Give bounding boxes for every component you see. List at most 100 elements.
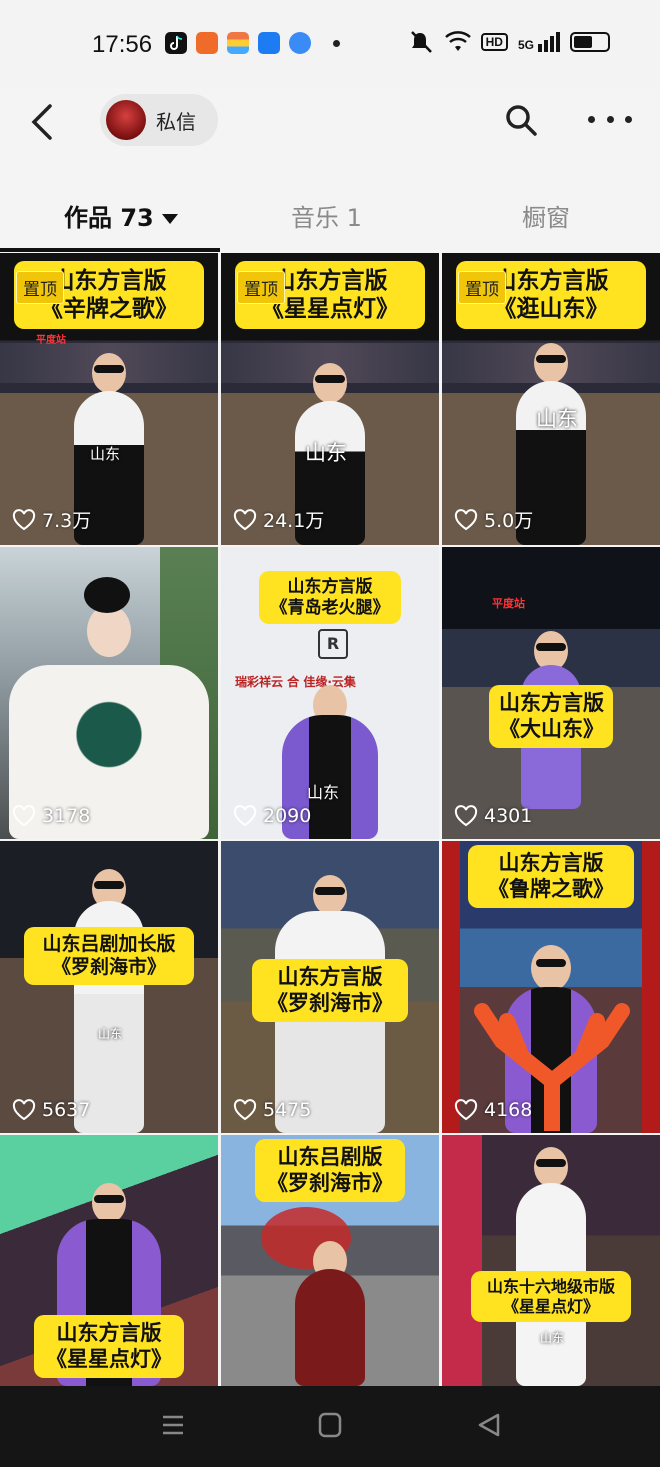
- more-options-icon[interactable]: [588, 110, 632, 128]
- location-caption: 山东: [305, 441, 347, 465]
- like-count-value: 4168: [484, 1099, 533, 1121]
- location-caption: 山东: [307, 783, 340, 802]
- video-thumbnail[interactable]: 山东方言版 《逛山东》 置顶 山东 5.0万: [442, 253, 660, 545]
- tab-works[interactable]: 作品 73: [64, 198, 178, 233]
- heart-icon: [233, 1099, 257, 1121]
- system-navigation-bar: [0, 1386, 660, 1467]
- back-icon[interactable]: [476, 1412, 502, 1438]
- video-thumbnail[interactable]: 山东方言版 《星星点灯》: [0, 1135, 218, 1386]
- video-title-line1: 山东方言版: [56, 1321, 162, 1345]
- like-count: 5637: [12, 1099, 90, 1121]
- video-thumbnail[interactable]: 山东方言版 《罗刹海市》 5475: [221, 841, 439, 1133]
- video-title-line2: 《罗刹海市》: [267, 1170, 393, 1195]
- pinned-badge: 置顶: [458, 271, 506, 304]
- video-thumbnail[interactable]: 山东十六地级市版 《星星点灯》 山东: [442, 1135, 660, 1386]
- heart-icon: [12, 1099, 36, 1121]
- like-count: 2090: [233, 805, 311, 827]
- video-title-line2: 《鲁牌之歌》: [488, 876, 614, 901]
- pinned-badge: 置顶: [237, 271, 285, 304]
- video-thumbnail[interactable]: 山东吕剧加长版 《罗刹海市》 山东 5637: [0, 841, 218, 1133]
- like-count: 7.3万: [12, 506, 91, 533]
- like-count: 5475: [233, 1099, 311, 1121]
- app-icon-orange: [196, 32, 218, 54]
- video-title-line1: 山东吕剧版: [277, 1145, 383, 1169]
- heart-icon: [454, 508, 478, 530]
- hd-indicator: HD: [480, 33, 508, 51]
- tab-music-label: 音乐 1: [291, 204, 362, 232]
- top-nav-bar: 私信: [0, 88, 660, 166]
- heart-icon: [233, 508, 257, 530]
- video-title-line1: 山东方言版: [499, 691, 604, 715]
- app-icon-blue: [258, 32, 280, 54]
- like-count-value: 2090: [263, 805, 312, 827]
- like-count: 4168: [454, 1099, 532, 1121]
- video-thumbnail[interactable]: 平度站 山东方言版 《大山东》 4301: [442, 547, 660, 839]
- like-count: 3178: [12, 805, 90, 827]
- private-message-label: 私信: [156, 109, 196, 134]
- video-title-line2: 《罗刹海市》: [51, 956, 166, 979]
- brand-logo: R: [318, 629, 348, 659]
- tab-music[interactable]: 音乐 1: [291, 198, 362, 233]
- video-thumbnail[interactable]: 山东方言版 《鲁牌之歌》 4168: [442, 841, 660, 1133]
- like-count-value: 5.0万: [484, 510, 534, 532]
- heart-icon: [454, 1099, 478, 1121]
- recent-apps-icon[interactable]: [160, 1412, 186, 1438]
- video-thumbnail[interactable]: 瑞彩祥云 合 佳缘·云集 R 山东方言版 《青岛老火腿》 山东 2090: [221, 547, 439, 839]
- heart-icon: [233, 805, 257, 827]
- network-type: 5G: [517, 38, 534, 52]
- status-bar: 17:56 HD 5G: [0, 0, 660, 88]
- video-title-line1: 山东方言版: [498, 851, 604, 875]
- tiktok-app-icon: [165, 32, 187, 54]
- video-title-line2: 《星星点灯》: [502, 1296, 599, 1316]
- app-icon-stripes: [227, 32, 249, 54]
- station-sign: 平度站: [36, 335, 66, 346]
- location-caption: 山东: [90, 445, 121, 463]
- video-thumbnail[interactable]: 山东吕剧版 《罗刹海市》: [221, 1135, 439, 1386]
- tab-works-label: 作品 73: [64, 204, 154, 232]
- video-thumbnail[interactable]: 平度站 山东方言版 《辛牌之歌》 置顶 山东 7.3万: [0, 253, 218, 545]
- search-icon[interactable]: [503, 102, 539, 138]
- dropdown-arrow-icon: [161, 214, 178, 224]
- avatar: [106, 100, 146, 140]
- status-time: 17:56: [92, 31, 153, 58]
- heart-icon: [12, 805, 36, 827]
- video-thumbnail[interactable]: 3178: [0, 547, 218, 839]
- location-caption: 山东: [540, 1331, 565, 1345]
- battery-icon: [570, 32, 610, 52]
- video-title-line1: 山东吕剧加长版: [42, 933, 176, 955]
- pinned-badge: 置顶: [16, 271, 64, 304]
- profile-tabs: 作品 73 音乐 1 橱窗: [0, 180, 660, 252]
- video-title-line2: 《青岛老火腿》: [270, 597, 390, 618]
- back-arrow-icon[interactable]: [28, 102, 58, 142]
- location-caption: 山东: [98, 1027, 123, 1041]
- video-thumbnail[interactable]: 山东方言版 《星星点灯》 置顶 山东 24.1万: [221, 253, 439, 545]
- video-title-line1: 山东方言版: [287, 577, 373, 597]
- app-icon-feather: [289, 32, 311, 54]
- video-title-line1: 山东十六地级市版: [486, 1277, 615, 1296]
- like-count-value: 3178: [42, 805, 91, 827]
- location-caption: 山东: [536, 407, 578, 431]
- like-count-value: 24.1万: [263, 510, 325, 532]
- like-count-value: 5475: [263, 1099, 312, 1121]
- tab-active-indicator: [0, 248, 220, 252]
- home-icon[interactable]: [318, 1412, 342, 1438]
- like-count-value: 4301: [484, 805, 533, 827]
- station-sign: 平度站: [492, 597, 525, 610]
- video-title-line2: 《大山东》: [499, 716, 604, 741]
- private-message-button[interactable]: 私信: [100, 94, 218, 146]
- signal-icon: 5G: [518, 32, 560, 52]
- like-count: 5.0万: [454, 506, 533, 533]
- status-app-icons: [165, 32, 340, 54]
- notification-dot: [333, 39, 340, 47]
- wifi-icon: [444, 31, 471, 51]
- heart-icon: [12, 508, 36, 530]
- tab-showcase[interactable]: 橱窗: [522, 198, 570, 233]
- like-count-value: 5637: [42, 1099, 91, 1121]
- video-title-line1: 山东方言版: [277, 965, 383, 989]
- like-count-value: 7.3万: [42, 510, 92, 532]
- video-title-line2: 《罗刹海市》: [267, 990, 393, 1015]
- mute-icon: [410, 31, 432, 53]
- like-count: 24.1万: [233, 506, 324, 533]
- tab-showcase-label: 橱窗: [522, 204, 570, 232]
- like-count: 4301: [454, 805, 532, 827]
